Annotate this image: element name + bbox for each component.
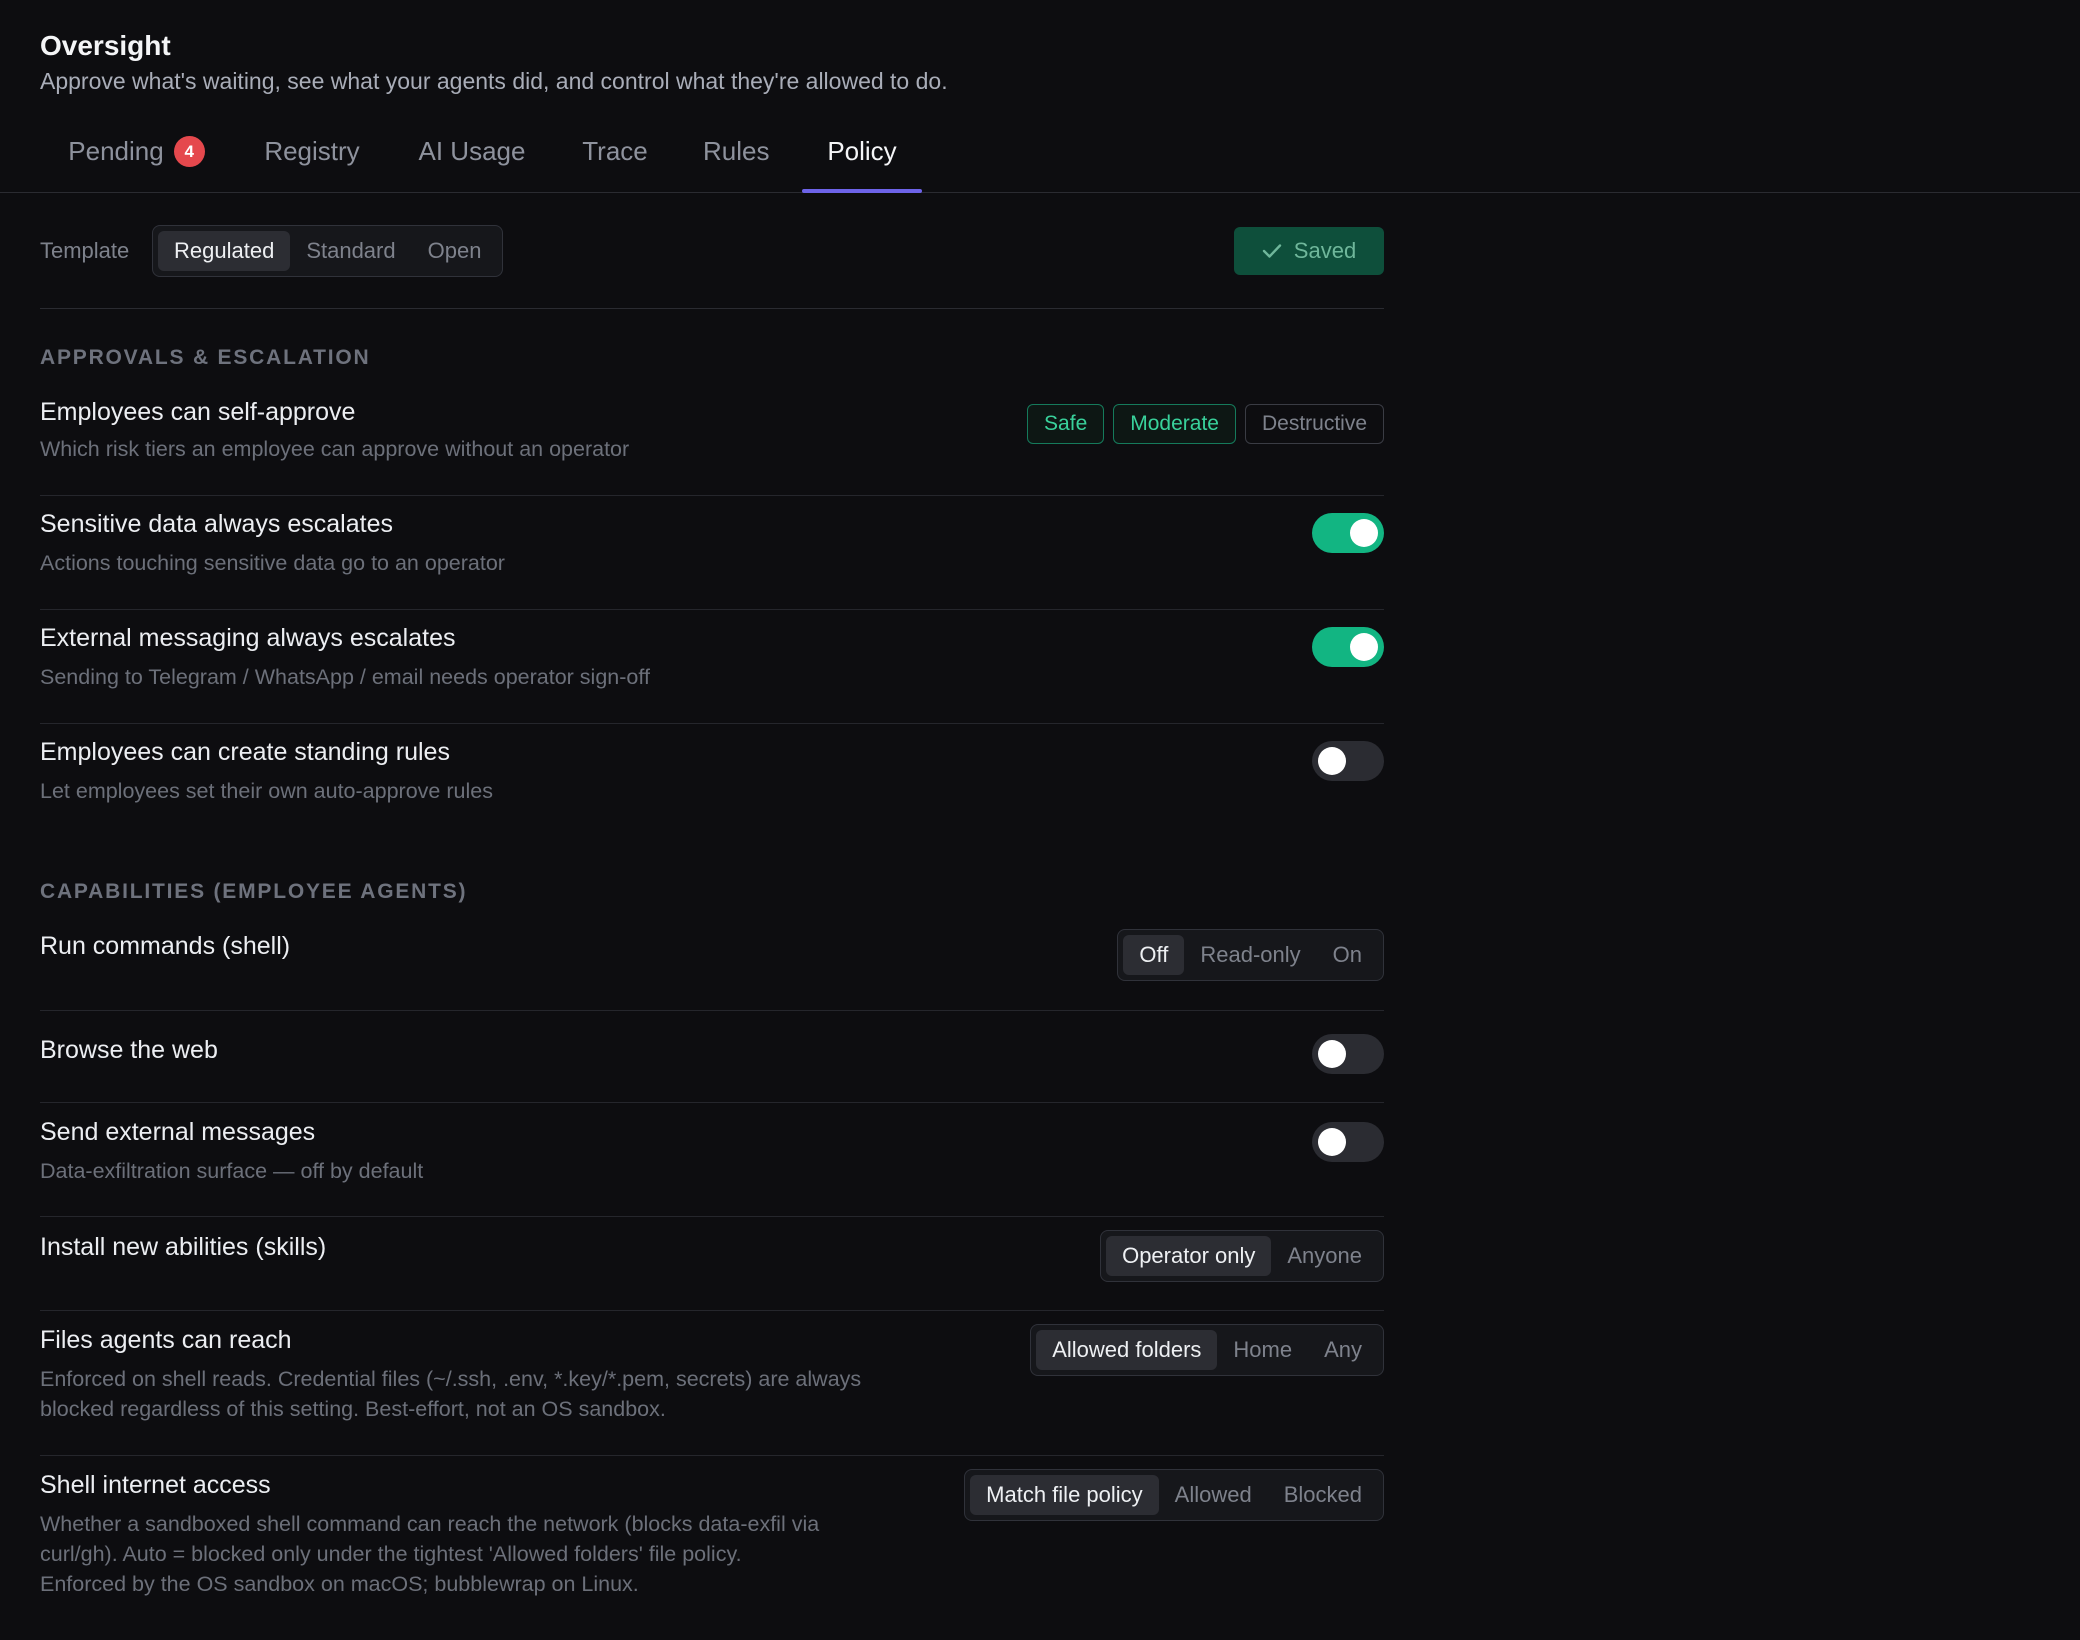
tab-bar: Pending 4 Registry AI Usage Trace Rules P… <box>0 122 2080 193</box>
section-title-capabilities: CAPABILITIES (EMPLOYEE AGENTS) <box>40 880 468 903</box>
file-access-selector: Allowed folders Home Any <box>1030 1324 1384 1376</box>
template-row: Template Regulated Standard Open Saved <box>40 192 1384 309</box>
setting-desc-line: Whether a sandboxed shell command can re… <box>40 1512 820 1536</box>
toggle-knob <box>1318 1128 1346 1156</box>
setting-external-messaging-escalates: External messaging always escalates Send… <box>40 609 1384 724</box>
files-option-allowed-folders[interactable]: Allowed folders <box>1036 1330 1218 1370</box>
tab-pending[interactable]: Pending 4 <box>64 122 209 192</box>
external-messaging-toggle[interactable] <box>1312 627 1384 667</box>
internet-option-match-file-policy[interactable]: Match file policy <box>970 1475 1159 1515</box>
setting-title: Send external messages <box>40 1118 316 1146</box>
tab-registry[interactable]: Registry <box>262 122 362 192</box>
toggle-knob <box>1350 519 1378 547</box>
setting-title: Install new abilities (skills) <box>40 1233 327 1261</box>
risk-tier-chips: Safe Moderate Destructive <box>1027 404 1384 444</box>
page-title: Oversight <box>40 30 171 61</box>
skills-option-anyone[interactable]: Anyone <box>1271 1236 1378 1276</box>
internet-option-allowed[interactable]: Allowed <box>1159 1475 1268 1515</box>
internet-access-selector: Match file policy Allowed Blocked <box>964 1469 1384 1521</box>
setting-title: Shell internet access <box>40 1471 271 1499</box>
setting-title: Files agents can reach <box>40 1326 292 1354</box>
setting-desc: Which risk tiers an employee can approve… <box>40 437 630 461</box>
shell-option-read-only[interactable]: Read-only <box>1184 935 1316 975</box>
setting-run-commands: Run commands (shell) Off Read-only On <box>40 916 1384 1011</box>
setting-self-approve: Employees can self-approve Which risk ti… <box>40 382 1384 496</box>
browse-web-toggle[interactable] <box>1312 1034 1384 1074</box>
tab-label: Trace <box>582 136 648 166</box>
toggle-knob <box>1318 1040 1346 1068</box>
setting-desc-line: curl/gh). Auto = blocked only under the … <box>40 1542 742 1566</box>
files-option-any[interactable]: Any <box>1308 1330 1378 1370</box>
setting-file-access: Files agents can reach Enforced on shell… <box>40 1310 1384 1456</box>
tab-trace[interactable]: Trace <box>580 122 650 192</box>
standing-rules-toggle[interactable] <box>1312 741 1384 781</box>
template-option-regulated[interactable]: Regulated <box>158 231 291 271</box>
setting-desc-line: Enforced by the OS sandbox on macOS; bub… <box>40 1572 639 1596</box>
setting-desc: Data-exfiltration surface — off by defau… <box>40 1159 424 1183</box>
internet-option-blocked[interactable]: Blocked <box>1268 1475 1378 1515</box>
tab-rules[interactable]: Rules <box>703 122 769 192</box>
setting-desc: Sending to Telegram / WhatsApp / email n… <box>40 665 650 689</box>
setting-shell-internet: Shell internet access Whether a sandboxe… <box>40 1455 1384 1625</box>
tab-label: AI Usage <box>418 136 526 166</box>
tab-label: Policy <box>827 136 897 166</box>
section-title-approvals: APPROVALS & ESCALATION <box>40 346 371 369</box>
setting-install-skills: Install new abilities (skills) Operator … <box>40 1216 1384 1311</box>
setting-desc: Actions touching sensitive data go to an… <box>40 551 505 575</box>
template-option-standard[interactable]: Standard <box>290 231 411 271</box>
tab-label: Registry <box>264 136 360 166</box>
pending-count-badge: 4 <box>173 135 205 167</box>
check-icon <box>1262 244 1281 258</box>
setting-desc-line: Enforced on shell reads. Credential file… <box>40 1367 862 1391</box>
send-external-toggle[interactable] <box>1312 1122 1384 1162</box>
toggle-knob <box>1318 747 1346 775</box>
shell-mode-selector: Off Read-only On <box>1117 929 1384 981</box>
page-header: Oversight Approve what's waiting, see wh… <box>40 26 1640 96</box>
setting-standing-rules: Employees can create standing rules Let … <box>40 723 1384 837</box>
template-selector: Regulated Standard Open <box>152 225 504 277</box>
tab-policy[interactable]: Policy <box>802 122 922 193</box>
skills-permission-selector: Operator only Anyone <box>1100 1230 1384 1282</box>
setting-title: Browse the web <box>40 1036 218 1064</box>
setting-title: Run commands (shell) <box>40 932 291 960</box>
setting-desc: Let employees set their own auto-approve… <box>40 779 493 803</box>
setting-sensitive-escalates: Sensitive data always escalates Actions … <box>40 495 1384 610</box>
policy-panel: Template Regulated Standard Open Saved A… <box>40 192 1384 1596</box>
tier-chip-destructive[interactable]: Destructive <box>1244 404 1384 444</box>
toggle-knob <box>1350 633 1378 661</box>
saved-label: Saved <box>1293 238 1357 263</box>
skills-option-operator-only[interactable]: Operator only <box>1106 1236 1272 1276</box>
setting-send-external: Send external messages Data-exfiltration… <box>40 1102 1384 1217</box>
setting-title: External messaging always escalates <box>40 624 456 652</box>
tab-label: Rules <box>703 136 770 166</box>
setting-title: Employees can self-approve <box>40 398 356 426</box>
shell-option-on[interactable]: On <box>1317 935 1378 975</box>
page-subtitle: Approve what's waiting, see what your ag… <box>40 68 948 94</box>
template-label: Template <box>40 238 130 263</box>
tier-chip-moderate[interactable]: Moderate <box>1113 404 1236 444</box>
shell-option-off[interactable]: Off <box>1123 935 1185 975</box>
tab-label: Pending <box>68 136 164 166</box>
template-option-open[interactable]: Open <box>412 231 498 271</box>
setting-browse-web: Browse the web <box>40 1010 1384 1103</box>
saved-button[interactable]: Saved <box>1234 227 1384 275</box>
tier-chip-safe[interactable]: Safe <box>1027 404 1105 444</box>
setting-desc-line: blocked regardless of this setting. Best… <box>40 1397 666 1421</box>
setting-title: Sensitive data always escalates <box>40 510 393 538</box>
setting-title: Employees can create standing rules <box>40 738 450 766</box>
files-option-home[interactable]: Home <box>1217 1330 1308 1370</box>
sensitive-escalates-toggle[interactable] <box>1312 513 1384 553</box>
tab-ai-usage[interactable]: AI Usage <box>417 122 527 192</box>
